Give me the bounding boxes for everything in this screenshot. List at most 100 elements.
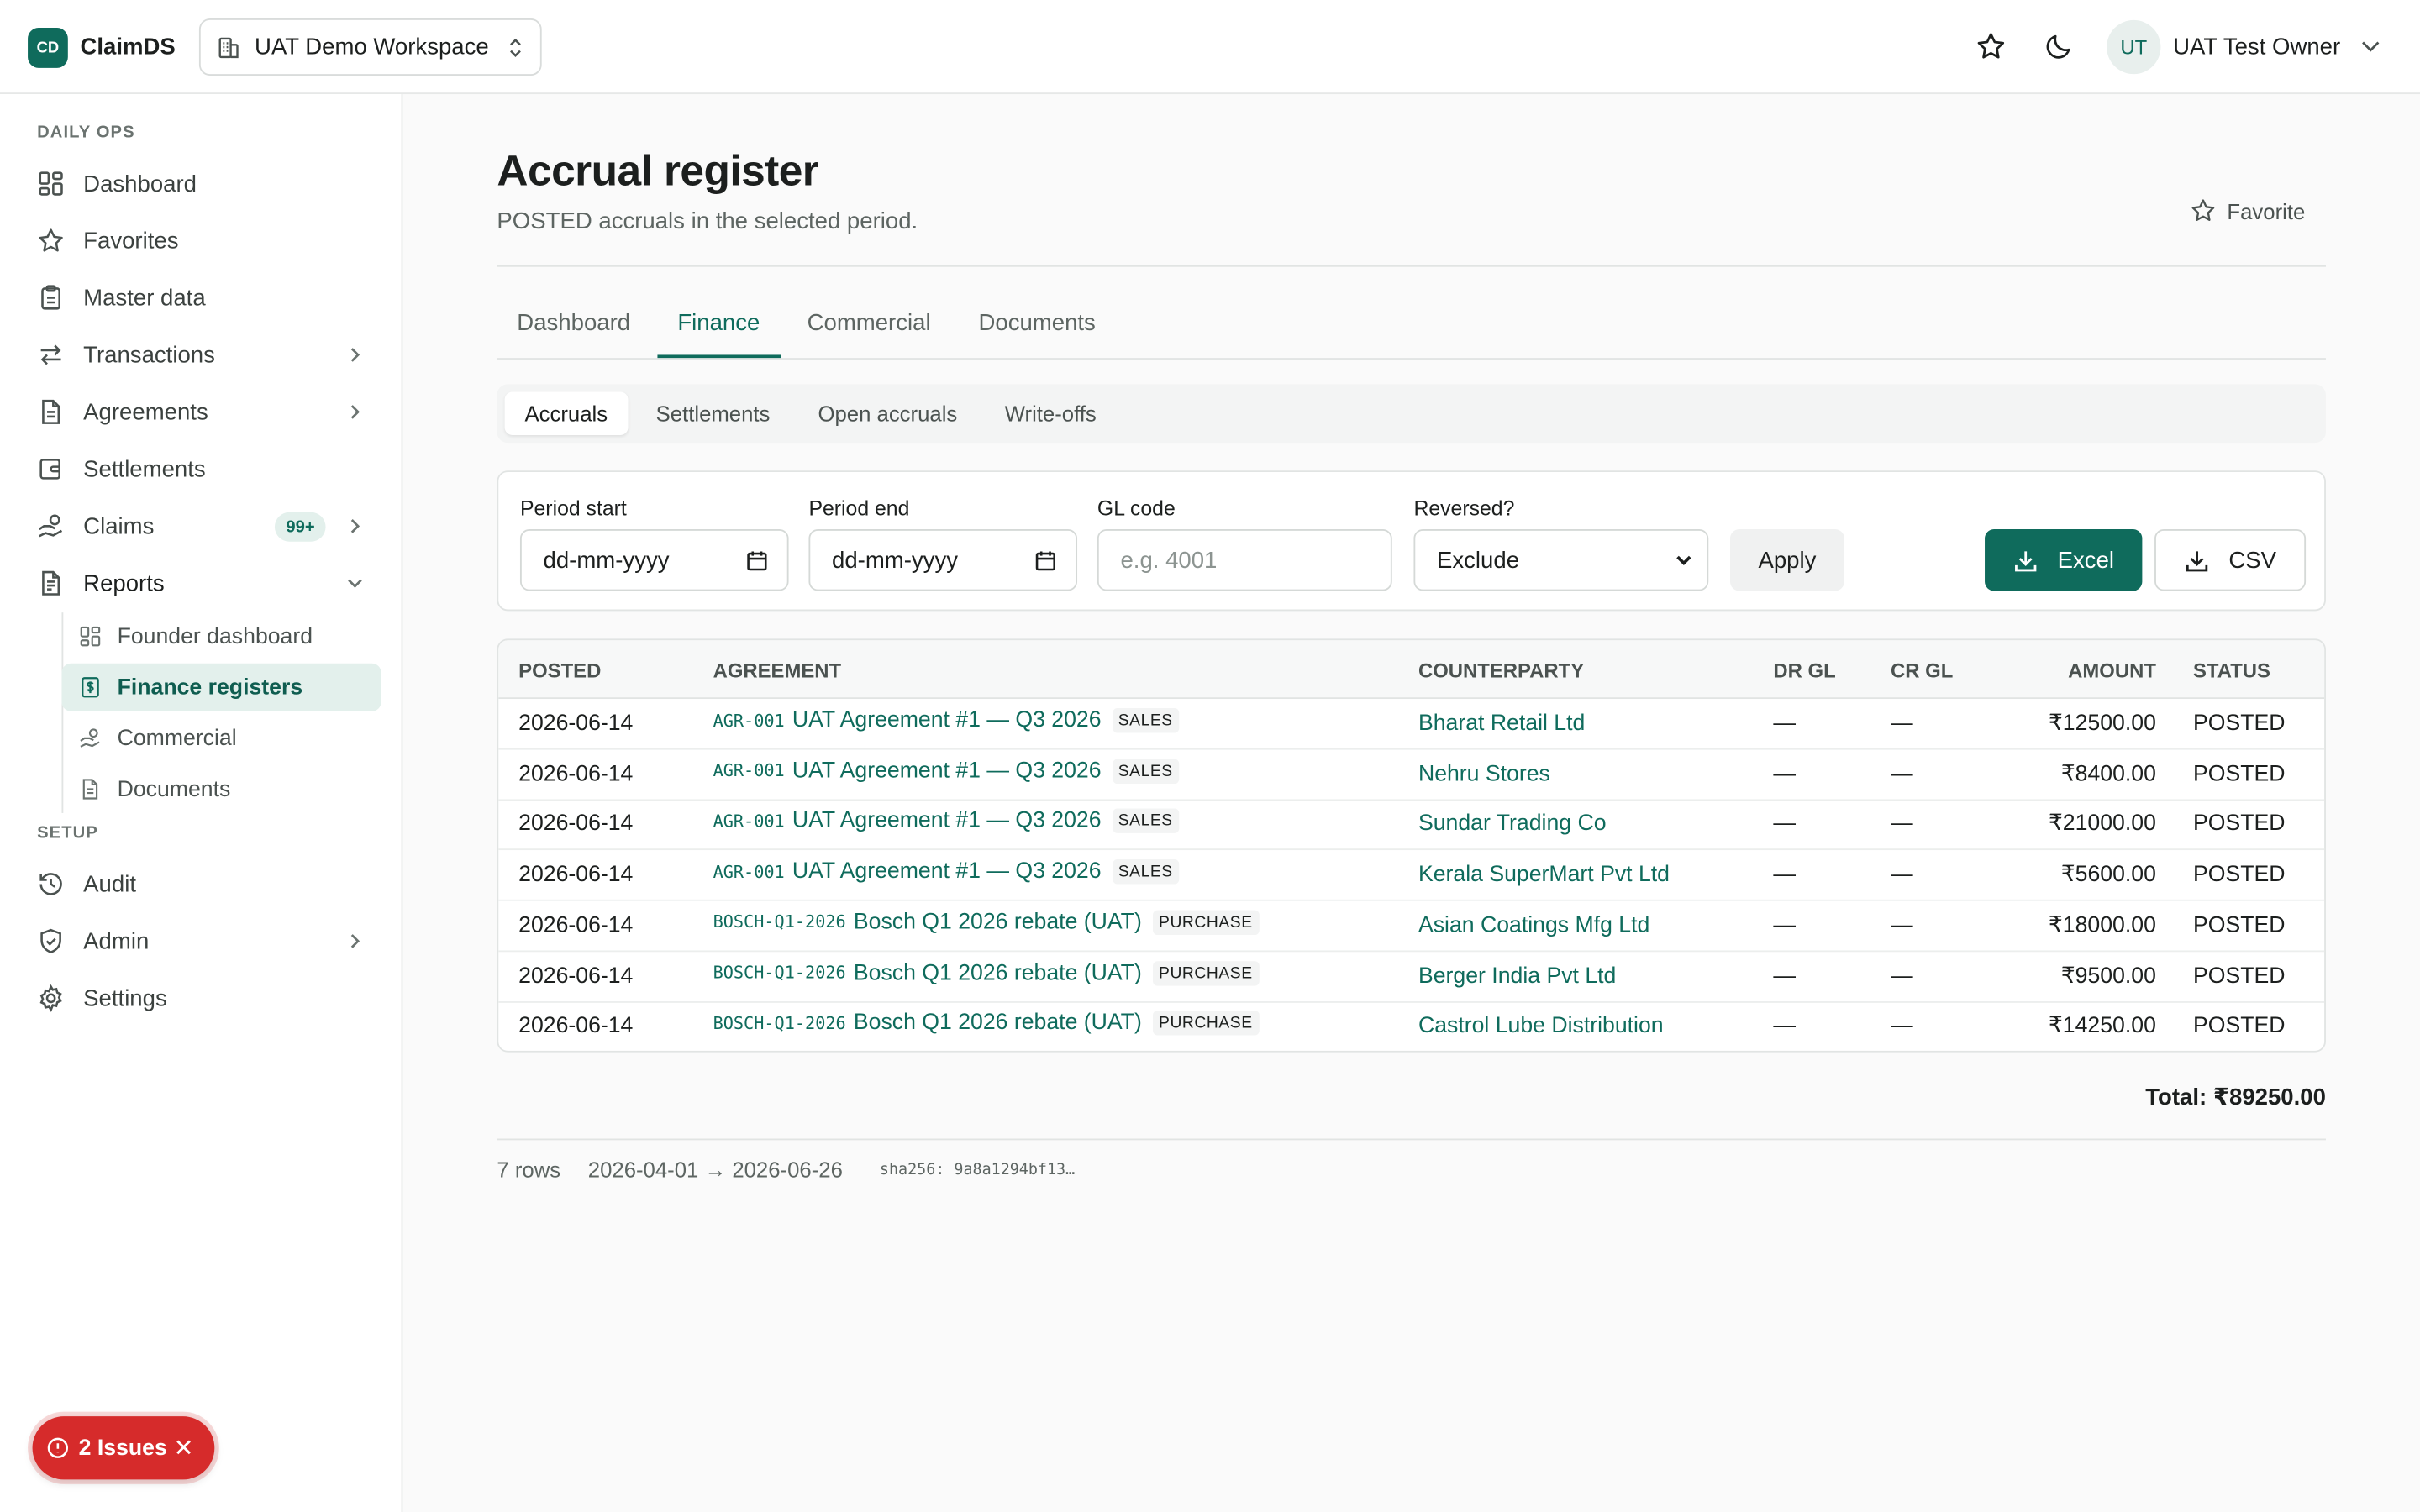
csv-label: CSV xyxy=(2228,547,2277,574)
dr-gl-value: — xyxy=(1773,761,1797,787)
sidebar-item-agreements[interactable]: Agreements xyxy=(18,386,382,438)
calendar-icon[interactable] xyxy=(1034,549,1058,573)
table-row[interactable]: 2026-06-14 BOSCH-Q1-2026 Bosch Q1 2026 reb… xyxy=(498,1001,2324,1050)
sidebar-item-admin[interactable]: Admin xyxy=(18,915,382,967)
amount-value: ₹8400.00 xyxy=(2060,761,2156,787)
calendar-icon[interactable] xyxy=(745,549,769,573)
tabs-divider xyxy=(497,358,2326,360)
agreement-link[interactable]: Bosch Q1 2026 rebate (UAT) xyxy=(854,960,1142,984)
agreement-link[interactable]: Bosch Q1 2026 rebate (UAT) xyxy=(854,1011,1142,1035)
sidebar-subitem-founder-dashboard[interactable]: Founder dashboard xyxy=(61,612,381,660)
moon-icon[interactable] xyxy=(2044,31,2075,62)
column-header-agreement[interactable]: AGREEMENT xyxy=(713,659,842,682)
column-header-counterparty[interactable]: COUNTERPARTY xyxy=(1418,659,1584,682)
subtab-settlements[interactable]: Settlements xyxy=(636,392,791,435)
amount-value: ₹12500.00 xyxy=(2048,711,2156,737)
agreement-link[interactable]: UAT Agreement #1 — Q3 2026 xyxy=(792,708,1102,732)
agreement-code[interactable]: AGR-001 xyxy=(713,811,785,832)
sidebar-item-reports[interactable]: Reports xyxy=(18,557,382,609)
user-name[interactable]: UAT Test Owner xyxy=(2173,34,2340,60)
chevron-down-icon[interactable] xyxy=(2360,39,2381,54)
avatar[interactable]: UT xyxy=(2107,19,2161,75)
sidebar-item-label: Settings xyxy=(83,984,167,1011)
agreement-link[interactable]: UAT Agreement #1 — Q3 2026 xyxy=(792,809,1102,833)
chevron-up-down-icon xyxy=(510,38,521,57)
download-icon xyxy=(2015,550,2037,571)
column-header-status[interactable]: STATUS xyxy=(2193,659,2270,682)
counterparty-link[interactable]: Bharat Retail Ltd xyxy=(1418,711,1585,736)
excel-export-button[interactable]: Excel xyxy=(1985,528,2143,591)
sidebar-subitem-commercial[interactable]: Commercial xyxy=(61,714,381,762)
column-header-amount[interactable]: AMOUNT xyxy=(2068,659,2156,682)
app-logo[interactable]: CD xyxy=(28,28,68,68)
sidebar-item-favorites[interactable]: Favorites xyxy=(18,214,382,266)
agreement-link[interactable]: UAT Agreement #1 — Q3 2026 xyxy=(792,759,1102,783)
agreement-link[interactable]: UAT Agreement #1 — Q3 2026 xyxy=(792,859,1102,884)
agreement-code[interactable]: AGR-001 xyxy=(713,711,785,731)
agreement-code[interactable]: BOSCH-Q1-2026 xyxy=(713,912,846,932)
tab-finance[interactable]: Finance xyxy=(677,310,760,336)
column-header-posted[interactable]: POSTED xyxy=(518,659,601,682)
agreement-code[interactable]: BOSCH-Q1-2026 xyxy=(713,963,846,983)
tab-documents[interactable]: Documents xyxy=(978,310,1095,336)
sidebar-item-settlements[interactable]: Settlements xyxy=(18,443,382,495)
sidebar-item-claims[interactable]: Claims 99+ xyxy=(18,500,382,552)
counterparty-link[interactable]: Sundar Trading Co xyxy=(1418,812,1607,837)
counterparty-link[interactable]: Castrol Lube Distribution xyxy=(1418,1014,1664,1038)
table-row[interactable]: 2026-06-14 AGR-001 UAT Agreement #1 — Q3 2… xyxy=(498,850,2325,901)
row-count: 7 rows xyxy=(497,1157,561,1182)
star-icon xyxy=(2191,199,2215,221)
sidebar-item-label: Settlements xyxy=(83,455,206,482)
counterparty-link[interactable]: Asian Coatings Mfg Ltd xyxy=(1418,913,1649,937)
table-row[interactable]: 2026-06-14 AGR-001 UAT Agreement #1 — Q3 2… xyxy=(498,800,2325,851)
workspace-switcher[interactable]: UAT Demo Workspace xyxy=(198,18,542,76)
sidebar: DAILY OPS Dashboard Favorites Master dat… xyxy=(0,94,403,1512)
footer-divider xyxy=(497,1138,2326,1141)
favorite-button[interactable]: Favorite xyxy=(2190,197,2305,223)
period-start-input[interactable]: dd-mm-yyyy xyxy=(519,528,789,591)
subtab-write-offs[interactable]: Write-offs xyxy=(985,392,1117,435)
apply-button[interactable]: Apply xyxy=(1729,528,1844,591)
sidebar-item-audit[interactable]: Audit xyxy=(18,858,382,910)
table-row[interactable]: 2026-06-14 BOSCH-Q1-2026 Bosch Q1 2026 reb… xyxy=(498,900,2325,952)
table-row[interactable]: 2026-06-14 AGR-001 UAT Agreement #1 — Q3 2… xyxy=(498,749,2325,801)
table-row[interactable]: 2026-06-14 BOSCH-Q1-2026 Bosch Q1 2026 reb… xyxy=(498,951,2325,1002)
sidebar-item-settings[interactable]: Settings xyxy=(18,972,382,1024)
tab-commercial[interactable]: Commercial xyxy=(808,310,931,336)
sidebar-item-transactions[interactable]: Transactions xyxy=(18,328,382,381)
app-name[interactable]: ClaimDS xyxy=(81,34,176,60)
sidebar-item-dashboard[interactable]: Dashboard xyxy=(18,157,382,209)
csv-export-button[interactable]: CSV xyxy=(2154,528,2307,591)
column-header-cr-gl[interactable]: CR GL xyxy=(1891,659,1953,682)
reversed-select[interactable]: Exclude xyxy=(1413,528,1709,591)
gl-code-input[interactable]: e.g. 4001 xyxy=(1097,528,1392,591)
agreement-code[interactable]: AGR-001 xyxy=(713,862,785,882)
star-icon[interactable] xyxy=(1975,31,2007,62)
close-icon[interactable] xyxy=(175,1438,193,1457)
counterparty-link[interactable]: Nehru Stores xyxy=(1418,762,1550,786)
issues-badge[interactable]: 2 Issues xyxy=(32,1416,215,1480)
sidebar-item-master-data[interactable]: Master data xyxy=(18,271,382,323)
counterparty-link[interactable]: Berger India Pvt Ltd xyxy=(1418,963,1616,988)
counterparty-link[interactable]: Kerala SuperMart Pvt Ltd xyxy=(1418,863,1670,887)
subtab-open-accruals[interactable]: Open accruals xyxy=(798,392,978,435)
sidebar-subitem-finance-registers[interactable]: Finance registers xyxy=(61,663,381,711)
tab-dashboard[interactable]: Dashboard xyxy=(517,310,630,336)
gear-icon xyxy=(39,984,62,1012)
status-value: POSTED xyxy=(2192,862,2286,888)
period-end-input[interactable]: dd-mm-yyyy xyxy=(808,528,1078,591)
agreement-code[interactable]: BOSCH-Q1-2026 xyxy=(713,1013,846,1033)
table-row[interactable]: 2026-06-14 AGR-001 UAT Agreement #1 — Q3 2… xyxy=(498,699,2325,750)
agreement-link[interactable]: Bosch Q1 2026 rebate (UAT) xyxy=(854,910,1142,934)
agreement-code[interactable]: AGR-001 xyxy=(713,761,785,781)
subtab-accruals[interactable]: Accruals xyxy=(504,391,628,435)
cr-gl-value: — xyxy=(1890,711,1913,737)
column-header-dr-gl[interactable]: DR GL xyxy=(1773,659,1835,682)
clipboard-icon xyxy=(41,285,60,310)
sidebar-subitem-documents[interactable]: Documents xyxy=(61,765,381,813)
sha-hash[interactable]: sha256: 9a8a1294bf13… xyxy=(880,1162,1075,1179)
amount-value: ₹14250.00 xyxy=(2048,1014,2156,1039)
sidebar-item-label: Agreements xyxy=(83,398,208,426)
section-label-daily-ops: DAILY OPS xyxy=(37,123,135,142)
dollar-file-icon xyxy=(82,677,99,698)
